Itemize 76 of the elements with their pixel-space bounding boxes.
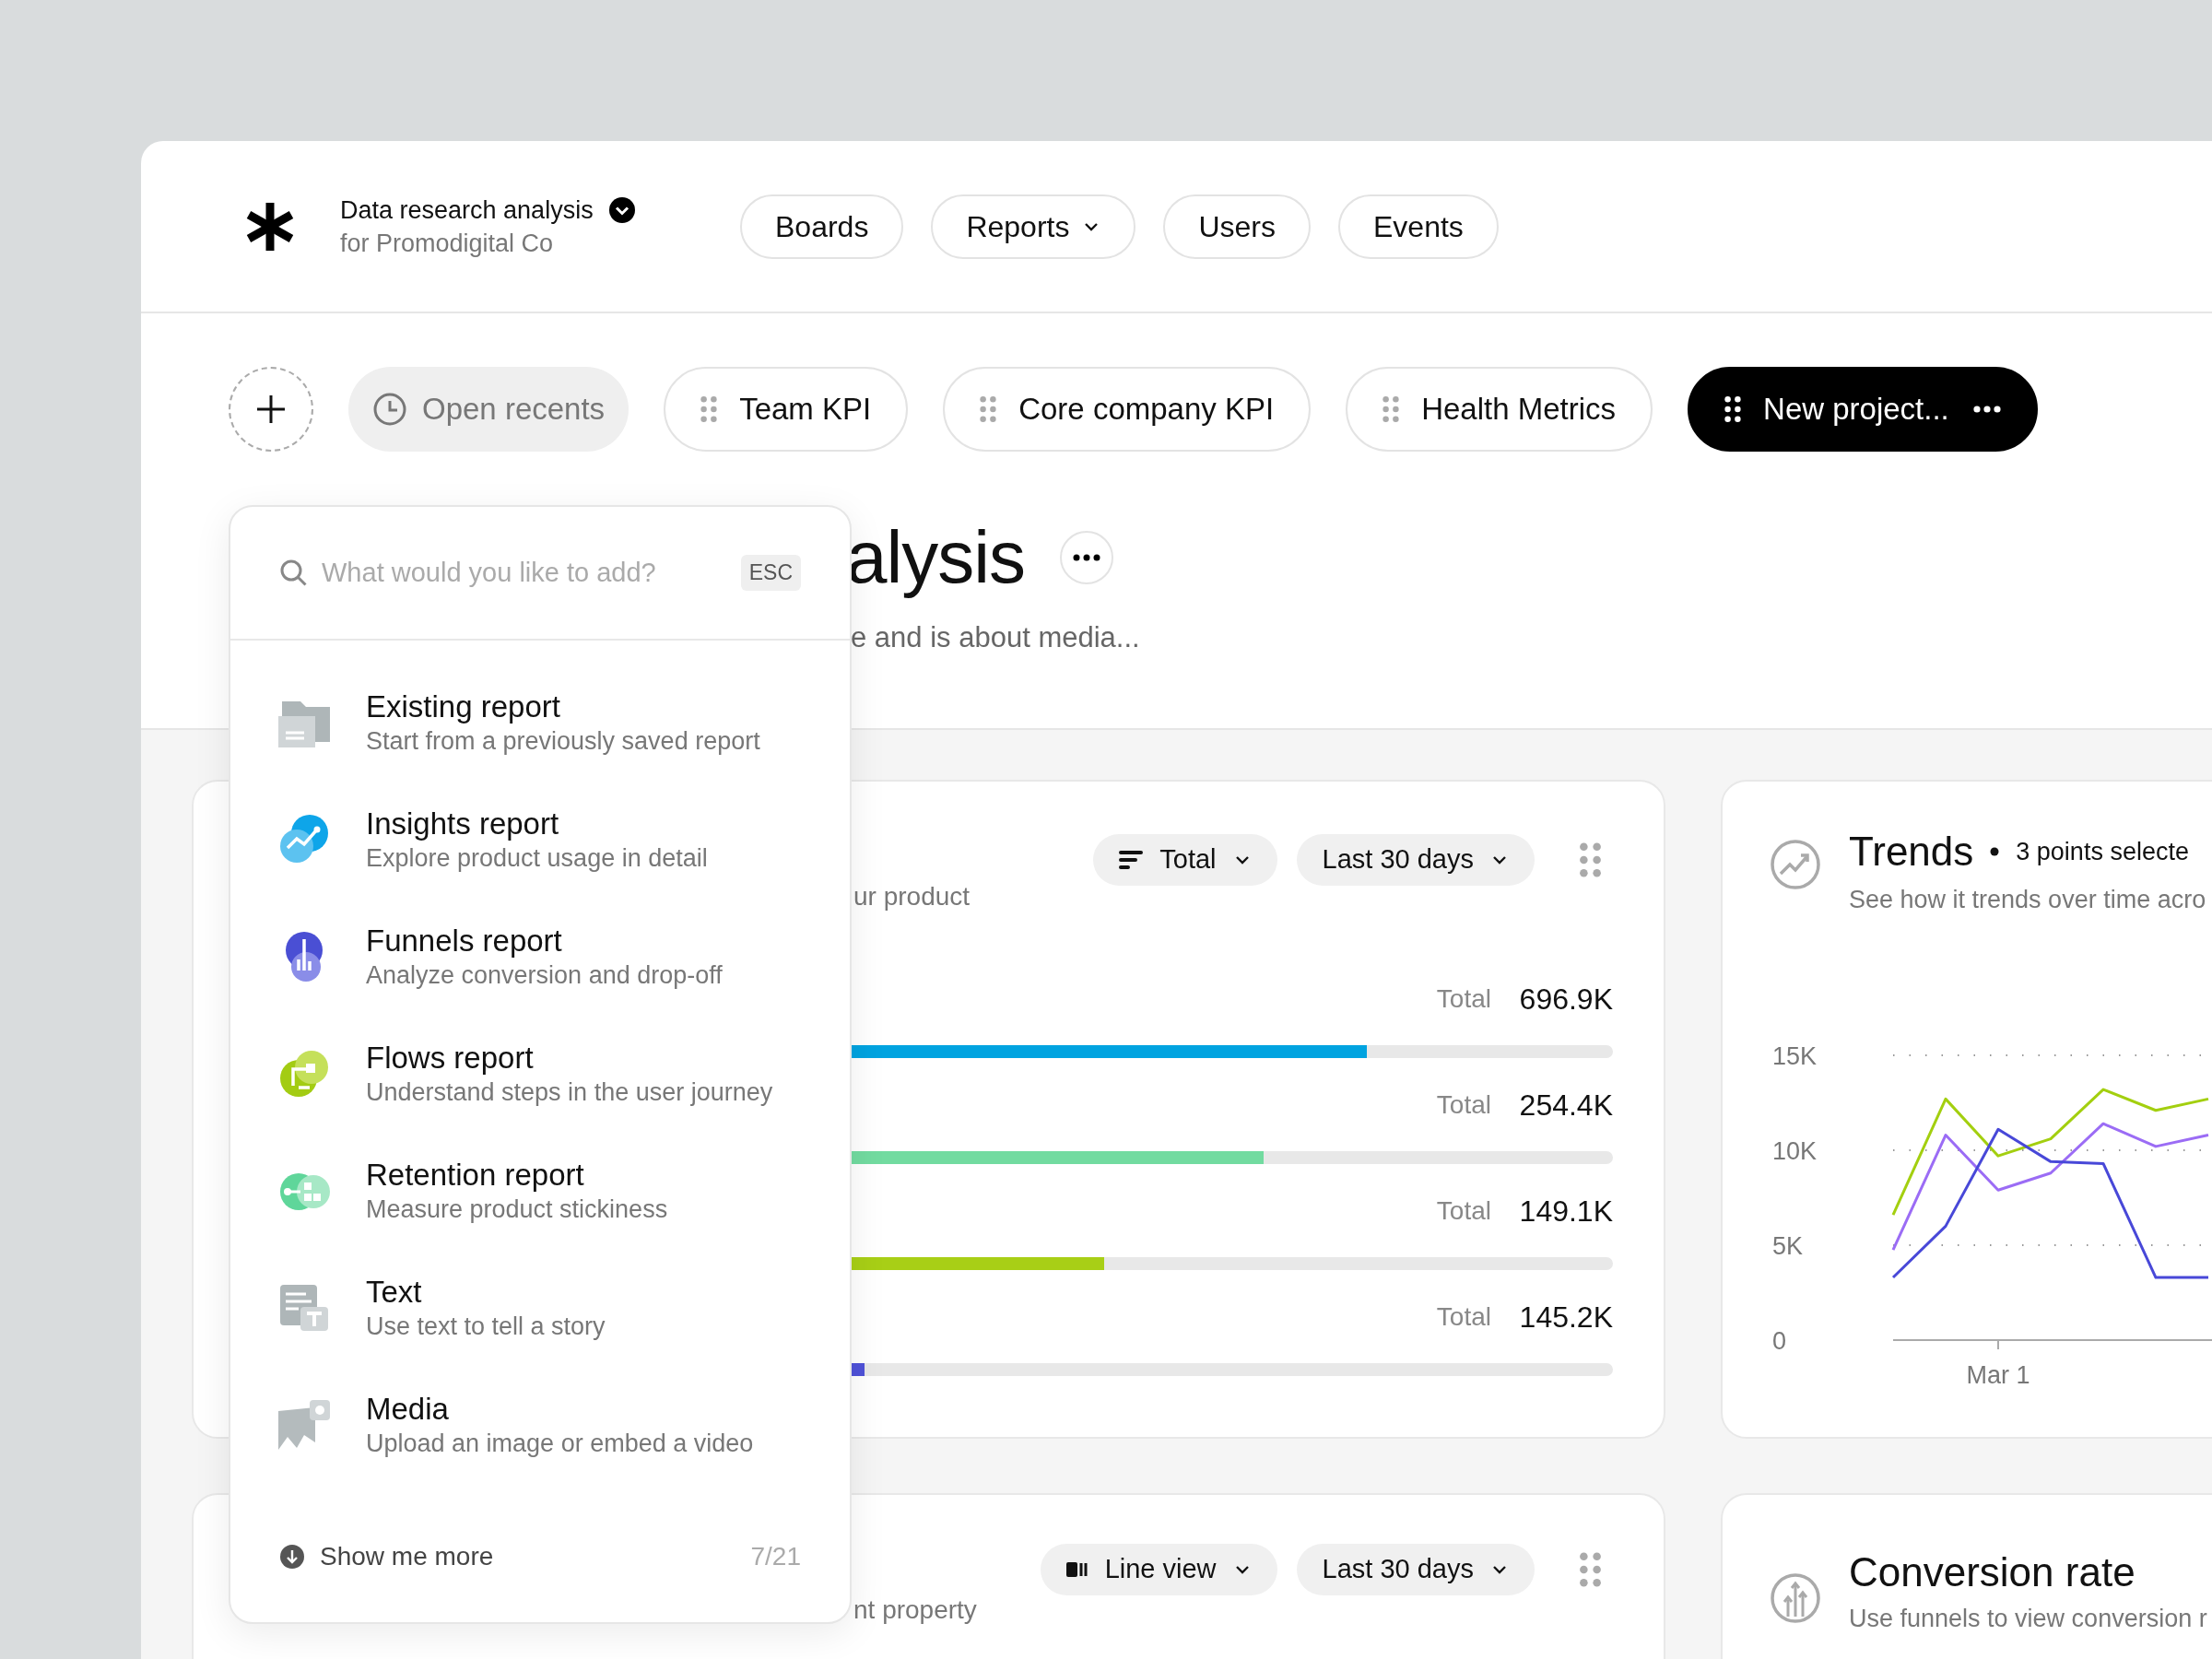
search-field[interactable]: What would you like to add?: [279, 552, 728, 594]
total-value: 696.9K: [1518, 982, 1613, 1018]
add-button[interactable]: [229, 367, 313, 452]
menu-item-description: Explore product usage in detail: [366, 843, 708, 874]
menu-item-description: Understand steps in the user journey: [366, 1077, 773, 1108]
workspace-subtitle: for Promodigital Co: [340, 228, 555, 259]
menu-item-description: Upload an image or embed a video: [366, 1429, 754, 1459]
total-value: 145.2K: [1518, 1300, 1613, 1335]
card-description: nt property: [853, 1594, 978, 1626]
page-title: alysis: [846, 516, 1026, 599]
shortcut-hint: ESC: [740, 555, 801, 591]
sort-icon: [1119, 850, 1144, 870]
date-label: Mar 1: [1966, 1361, 2030, 1389]
item-count: 7/21: [750, 1541, 801, 1572]
image-icon: [278, 1398, 332, 1452]
menu-item-title[interactable]: Text: [366, 1274, 606, 1311]
total-label: Total: [1436, 1301, 1491, 1333]
nav-button[interactable]: Events: [1338, 194, 1499, 259]
drag-handle-icon: [980, 395, 997, 423]
board-tab[interactable]: Team KPI: [664, 367, 909, 452]
ellipsis-icon: [1073, 554, 1101, 561]
menu-item-description: Measure product stickiness: [366, 1194, 668, 1225]
total-label: Total: [1436, 1195, 1491, 1227]
recents-tab[interactable]: Open recents: [348, 367, 629, 452]
card-title: Trends: [1849, 828, 1974, 876]
card-description: Use funnels to view conversion r: [1849, 1604, 2207, 1634]
menu-item-title[interactable]: Media: [366, 1391, 754, 1428]
chevron-down-icon[interactable]: [607, 195, 636, 224]
show-more-button[interactable]: Show me more: [279, 1537, 494, 1576]
axis-tick-label: 5K: [1772, 1232, 1804, 1260]
filter-dropdown[interactable]: Line view: [1040, 1544, 1277, 1595]
clock-icon: [372, 392, 407, 427]
search-icon: [279, 558, 309, 588]
ellipsis-icon: [1972, 406, 2001, 413]
nav-button[interactable]: Reports: [931, 194, 1136, 259]
drag-handle-icon: [1724, 395, 1742, 423]
menu-item-description: Start from a previously saved report: [366, 726, 760, 757]
separator-dot-icon: [1990, 847, 2000, 856]
more-button[interactable]: [1060, 531, 1114, 584]
card-description: ur product: [853, 881, 971, 912]
trend-icon: [1770, 839, 1821, 890]
menu-item-description: Analyze conversion and drop-off: [366, 960, 723, 991]
selection-count: 3 points selecte: [2016, 836, 2189, 867]
filter-dropdown[interactable]: Total: [1093, 834, 1277, 886]
card-title: Conversion rate: [1849, 1548, 2136, 1596]
plus-icon: [255, 394, 287, 425]
drag-handle-icon: [700, 395, 718, 423]
board-tab[interactable]: Core company KPI: [943, 367, 1312, 452]
asterisk-logo-icon[interactable]: [244, 200, 296, 253]
axis-tick-label: 10K: [1772, 1137, 1818, 1165]
columns-icon: [1065, 1560, 1088, 1579]
arrow-down-icon: [279, 1544, 305, 1570]
nav-button[interactable]: Users: [1163, 194, 1311, 259]
menu-item-title[interactable]: Existing report: [366, 688, 760, 725]
board-tab[interactable]: Health Metrics: [1346, 367, 1653, 452]
filter-dropdown[interactable]: Last 30 days: [1296, 1544, 1535, 1595]
axis-tick-label: 15K: [1772, 1042, 1818, 1070]
menu-item-title[interactable]: Funnels report: [366, 923, 723, 959]
nav-button[interactable]: Boards: [740, 194, 904, 259]
total-value: 149.1K: [1518, 1194, 1613, 1230]
filter-dropdown[interactable]: Last 30 days: [1296, 834, 1535, 886]
drag-handle-icon[interactable]: [1579, 842, 1602, 877]
axis-tick-label: 0: [1772, 1327, 1787, 1355]
total-value: 254.4K: [1518, 1088, 1613, 1124]
menu-item-description: Use text to tell a story: [366, 1312, 606, 1342]
card-description: See how it trends over time acro: [1849, 885, 2206, 915]
total-label: Total: [1436, 983, 1491, 1015]
menu-item-title[interactable]: Retention report: [366, 1157, 668, 1194]
menu-item-title[interactable]: Flows report: [366, 1040, 773, 1077]
page-subtitle: e and is about media...: [851, 620, 1141, 655]
total-label: Total: [1436, 1089, 1491, 1121]
drag-handle-icon: [1382, 395, 1400, 423]
workspace-title[interactable]: Data research analysis: [340, 193, 594, 227]
menu-item-title[interactable]: Insights report: [366, 806, 708, 842]
drag-handle-icon[interactable]: [1579, 1552, 1602, 1587]
board-tab[interactable]: New project...: [1688, 367, 2038, 452]
